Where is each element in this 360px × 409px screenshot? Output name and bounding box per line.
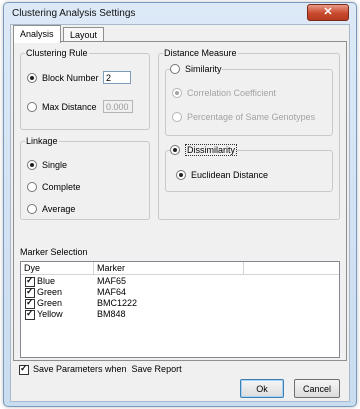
linkage-single-label: Single — [42, 160, 68, 170]
similarity-radio[interactable]: Similarity — [170, 64, 222, 74]
marker-row[interactable]: Blue MAF65 — [21, 275, 339, 287]
cancel-button[interactable]: Cancel — [294, 379, 340, 398]
distance-measure-legend: Distance Measure — [164, 48, 237, 58]
tab-analysis[interactable]: Analysis — [13, 25, 61, 43]
radio-dot-icon — [27, 160, 37, 170]
title-bar: Clustering Analysis Settings ✕ — [4, 3, 356, 23]
tab-layout[interactable]: Layout — [63, 27, 105, 42]
row-dye: Yellow — [37, 309, 63, 319]
row-marker: MAF64 — [97, 287, 127, 297]
tab-layout-label: Layout — [70, 30, 98, 40]
column-header-marker[interactable]: Marker — [94, 262, 244, 274]
row-marker: MAF65 — [97, 276, 127, 286]
radio-dot-icon — [27, 102, 37, 112]
linkage-single-radio[interactable]: Single — [27, 160, 67, 170]
dialog-window: Clustering Analysis Settings ✕ Analysis … — [3, 2, 357, 407]
linkage-average-radio[interactable]: Average — [27, 204, 75, 214]
marker-row[interactable]: Yellow BM848 — [21, 308, 339, 320]
radio-dot-icon — [172, 112, 182, 122]
similarity-legend: Similarity — [170, 64, 222, 74]
column-header-empty[interactable] — [244, 262, 339, 274]
max-distance-label: Max Distance — [42, 102, 97, 112]
dialog-client: Analysis Layout Clustering Rule Block Nu… — [10, 24, 350, 402]
max-distance-radio[interactable]: Max Distance — [27, 102, 97, 112]
row-marker: BM848 — [97, 309, 126, 319]
marker-row[interactable]: Green BMC1222 — [21, 297, 339, 309]
linkage-legend: Linkage — [26, 136, 58, 146]
linkage-group: Linkage Single Complete Average — [20, 136, 150, 220]
correlation-coefficient-label: Correlation Coefficient — [187, 88, 276, 98]
radio-dot-icon — [172, 88, 182, 98]
block-number-radio[interactable]: Block Number — [27, 73, 99, 83]
marker-row[interactable]: Green MAF64 — [21, 286, 339, 298]
clustering-rule-legend: Clustering Rule — [26, 48, 88, 58]
radio-dot-icon — [170, 145, 180, 155]
radio-dot-icon — [27, 73, 37, 83]
analysis-panel: Clustering Rule Block Number 2 Max Dista… — [13, 41, 347, 361]
dissimilarity-group: Dissimilarity Euclidean Distance — [165, 144, 333, 192]
linkage-complete-label: Complete — [42, 182, 81, 192]
window-title: Clustering Analysis Settings — [12, 8, 136, 19]
radio-dot-icon — [176, 170, 186, 180]
save-parameters-label: Save Parameters when Save Report — [33, 364, 182, 374]
max-distance-input[interactable]: 0.000 — [103, 100, 133, 113]
radio-dot-icon — [27, 204, 37, 214]
ok-button[interactable]: Ok — [240, 379, 284, 398]
block-number-label: Block Number — [42, 73, 99, 83]
clustering-rule-group: Clustering Rule Block Number 2 Max Dista… — [20, 48, 150, 130]
similarity-group: Similarity Correlation Coefficient Perce… — [165, 64, 333, 136]
row-dye: Green — [37, 298, 63, 308]
marker-list[interactable]: Dye Marker Blue MAF65 Green MAF64 Green — [20, 261, 340, 358]
dissimilarity-radio[interactable]: Dissimilarity — [170, 144, 237, 156]
distance-measure-group: Distance Measure Similarity Correlation … — [158, 48, 340, 220]
radio-dot-icon — [170, 64, 180, 74]
percentage-same-genotypes-radio[interactable]: Percentage of Same Genotypes — [172, 112, 315, 122]
euclidean-distance-radio[interactable]: Euclidean Distance — [176, 170, 268, 180]
marker-list-header: Dye Marker — [21, 262, 339, 275]
save-parameters-checkbox[interactable]: Save Parameters when Save Report — [19, 363, 239, 375]
block-number-input[interactable]: 2 — [103, 71, 131, 84]
euclidean-distance-label: Euclidean Distance — [191, 170, 269, 180]
row-dye: Blue — [37, 276, 56, 286]
similarity-label: Similarity — [185, 64, 222, 74]
dissimilarity-label: Dissimilarity — [185, 144, 237, 156]
percentage-same-genotypes-label: Percentage of Same Genotypes — [187, 112, 316, 122]
linkage-complete-radio[interactable]: Complete — [27, 182, 81, 192]
column-header-dye[interactable]: Dye — [21, 262, 94, 274]
linkage-average-label: Average — [42, 204, 76, 214]
radio-dot-icon — [27, 182, 37, 192]
correlation-coefficient-radio[interactable]: Correlation Coefficient — [172, 88, 276, 98]
tab-analysis-label: Analysis — [20, 29, 54, 39]
close-icon: ✕ — [323, 6, 333, 18]
save-parameters-check-icon — [19, 363, 29, 375]
dissimilarity-legend: Dissimilarity — [170, 144, 237, 156]
row-checkbox[interactable] — [25, 308, 35, 320]
row-dye: Green — [37, 287, 63, 297]
marker-selection-label: Marker Selection — [20, 247, 88, 257]
close-button[interactable]: ✕ — [307, 4, 349, 21]
row-marker: BMC1222 — [97, 298, 138, 308]
